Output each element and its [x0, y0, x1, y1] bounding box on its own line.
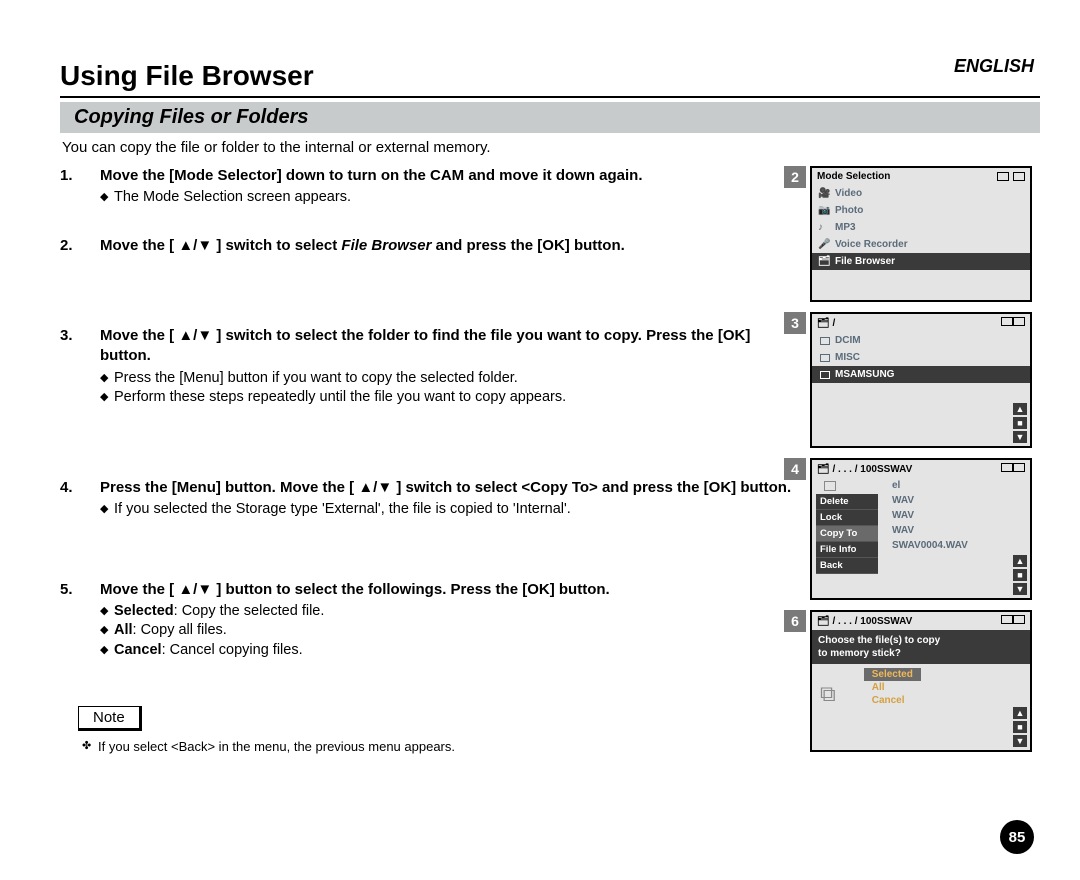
- step-head: Move the [Mode Selector] down to turn on…: [100, 167, 643, 184]
- screen-step-number: 4: [784, 458, 806, 480]
- mode-item: 🎤 Voice Recorder: [812, 236, 1030, 253]
- screen-folder-list: 🗂 /DCIM MISC MSAMSUNG ▲■▼: [810, 312, 1032, 448]
- step-item: Move the [ ▲/▼ ] switch to select File B…: [60, 236, 800, 256]
- storage-icon: [1001, 615, 1013, 624]
- context-menu-item: Lock: [816, 510, 878, 526]
- step-item: Move the [Mode Selector] down to turn on…: [60, 166, 800, 208]
- steps-list: Move the [Mode Selector] down to turn on…: [60, 166, 800, 660]
- step-head: Press the [Menu] button. Move the [ ▲/▼ …: [100, 479, 791, 496]
- battery-icon: [1013, 463, 1025, 472]
- folder-item: MISC: [812, 349, 1030, 366]
- copy-icon: ⧉: [816, 681, 836, 707]
- photo-icon: 📷: [818, 205, 829, 216]
- section-title: Copying Files or Folders: [74, 106, 1026, 129]
- screen-title: Mode Selection: [817, 171, 890, 182]
- folder-icon: [820, 354, 830, 362]
- voice-icon: 🎤: [818, 239, 829, 250]
- mode-item: 🗂 File Browser: [812, 253, 1030, 270]
- folder-item: MSAMSUNG: [812, 366, 1030, 383]
- mode-item-label: Photo: [835, 205, 863, 216]
- battery-icon: [1013, 317, 1025, 326]
- mode-item: 📷 Photo: [812, 202, 1030, 219]
- step-sub: The Mode Selection screen appears.: [100, 188, 800, 208]
- mode-item-label: Voice Recorder: [835, 239, 908, 250]
- step-head: Move the [ ▲/▼ ] switch to select File B…: [100, 237, 625, 254]
- screen-step-number: 6: [784, 610, 806, 632]
- mode-item-label: Video: [835, 188, 862, 199]
- note-text: If you select <Back> in the menu, the pr…: [60, 739, 680, 754]
- step-item: Press the [Menu] button. Move the [ ▲/▼ …: [60, 478, 800, 520]
- battery-icon: [1013, 172, 1025, 181]
- breadcrumb: 🗂 / . . . / 100SSWAV: [817, 464, 912, 475]
- mode-item-label: MP3: [835, 222, 856, 233]
- screen-step-number: 3: [784, 312, 806, 334]
- context-menu-item: Delete: [816, 494, 878, 510]
- storage-icon: [1001, 317, 1013, 326]
- folder-item-label: DCIM: [835, 335, 861, 346]
- language-label: ENGLISH: [954, 56, 1034, 77]
- step-head: Move the [ ▲/▼ ] switch to select the fo…: [100, 327, 750, 364]
- section-bar: Copying Files or Folders: [60, 102, 1040, 133]
- folder-item-label: MSAMSUNG: [835, 369, 894, 380]
- mode-item-label: File Browser: [835, 256, 895, 267]
- file-row: el: [812, 478, 1030, 493]
- battery-icon: [1013, 615, 1025, 624]
- copy-option: All: [864, 681, 921, 694]
- mode-item: 🎥 Video: [812, 185, 1030, 202]
- step-item: Move the [ ▲/▼ ] button to select the fo…: [60, 580, 800, 661]
- screen-step-number: 2: [784, 166, 806, 188]
- copy-prompt: Choose the file(s) to copyto memory stic…: [812, 630, 1030, 664]
- context-menu-item: Copy To: [816, 526, 878, 542]
- video-icon: 🎥: [818, 188, 829, 199]
- folder-icon: [820, 371, 830, 379]
- context-menu: DeleteLockCopy ToFile InfoBack: [816, 494, 878, 574]
- step-head: Move the [ ▲/▼ ] button to select the fo…: [100, 581, 610, 598]
- step-sub: Press the [Menu] button if you want to c…: [100, 369, 800, 408]
- scroll-arrows: ▲■▼: [1013, 707, 1027, 747]
- screenshots-column: 2Mode Selection🎥Video📷Photo♪MP3🎤Voice Re…: [810, 166, 1040, 762]
- screen-copy-confirm: 🗂 / . . . / 100SSWAV Choose the file(s) t…: [810, 610, 1032, 752]
- mode-item: ♪ MP3: [812, 219, 1030, 236]
- step-item: Move the [ ▲/▼ ] switch to select the fo…: [60, 326, 800, 408]
- note-label: Note: [78, 706, 142, 731]
- intro-text: You can copy the file or folder to the i…: [62, 139, 1040, 156]
- chapter-title: Using File Browser: [60, 60, 1040, 92]
- step-sub: Selected: Copy the selected file.All: Co…: [100, 602, 800, 661]
- scroll-arrows: ▲■▼: [1013, 403, 1027, 443]
- screen-mode-selection: Mode Selection 🎥 Video 📷 Photo ♪ MP3 🎤 Voice Rec…: [810, 166, 1032, 302]
- context-menu-item: Back: [816, 558, 878, 574]
- copy-option-list: SelectedAllCancel: [864, 668, 921, 707]
- screen-file-menu: 🗂 / . . . / 100SSWAVelWAVWAVWAVSWAV0004.…: [810, 458, 1032, 600]
- page-number-badge: 85: [1000, 820, 1034, 854]
- step-sub: If you selected the Storage type 'Extern…: [100, 500, 800, 520]
- storage-icon: [1001, 463, 1013, 472]
- folder-item-label: MISC: [835, 352, 860, 363]
- folder-item: DCIM: [812, 332, 1030, 349]
- file-icon: 🗂: [818, 256, 829, 267]
- copy-option: Selected: [864, 668, 921, 681]
- folder-icon: [820, 337, 830, 345]
- context-menu-item: File Info: [816, 542, 878, 558]
- copy-option: Cancel: [864, 694, 921, 707]
- breadcrumb: 🗂 /: [817, 318, 835, 329]
- scroll-arrows: ▲■▼: [1013, 555, 1027, 595]
- breadcrumb: 🗂 / . . . / 100SSWAV: [817, 616, 912, 627]
- mp3-icon: ♪: [818, 222, 829, 233]
- divider: [60, 96, 1040, 98]
- storage-icon: [997, 172, 1009, 181]
